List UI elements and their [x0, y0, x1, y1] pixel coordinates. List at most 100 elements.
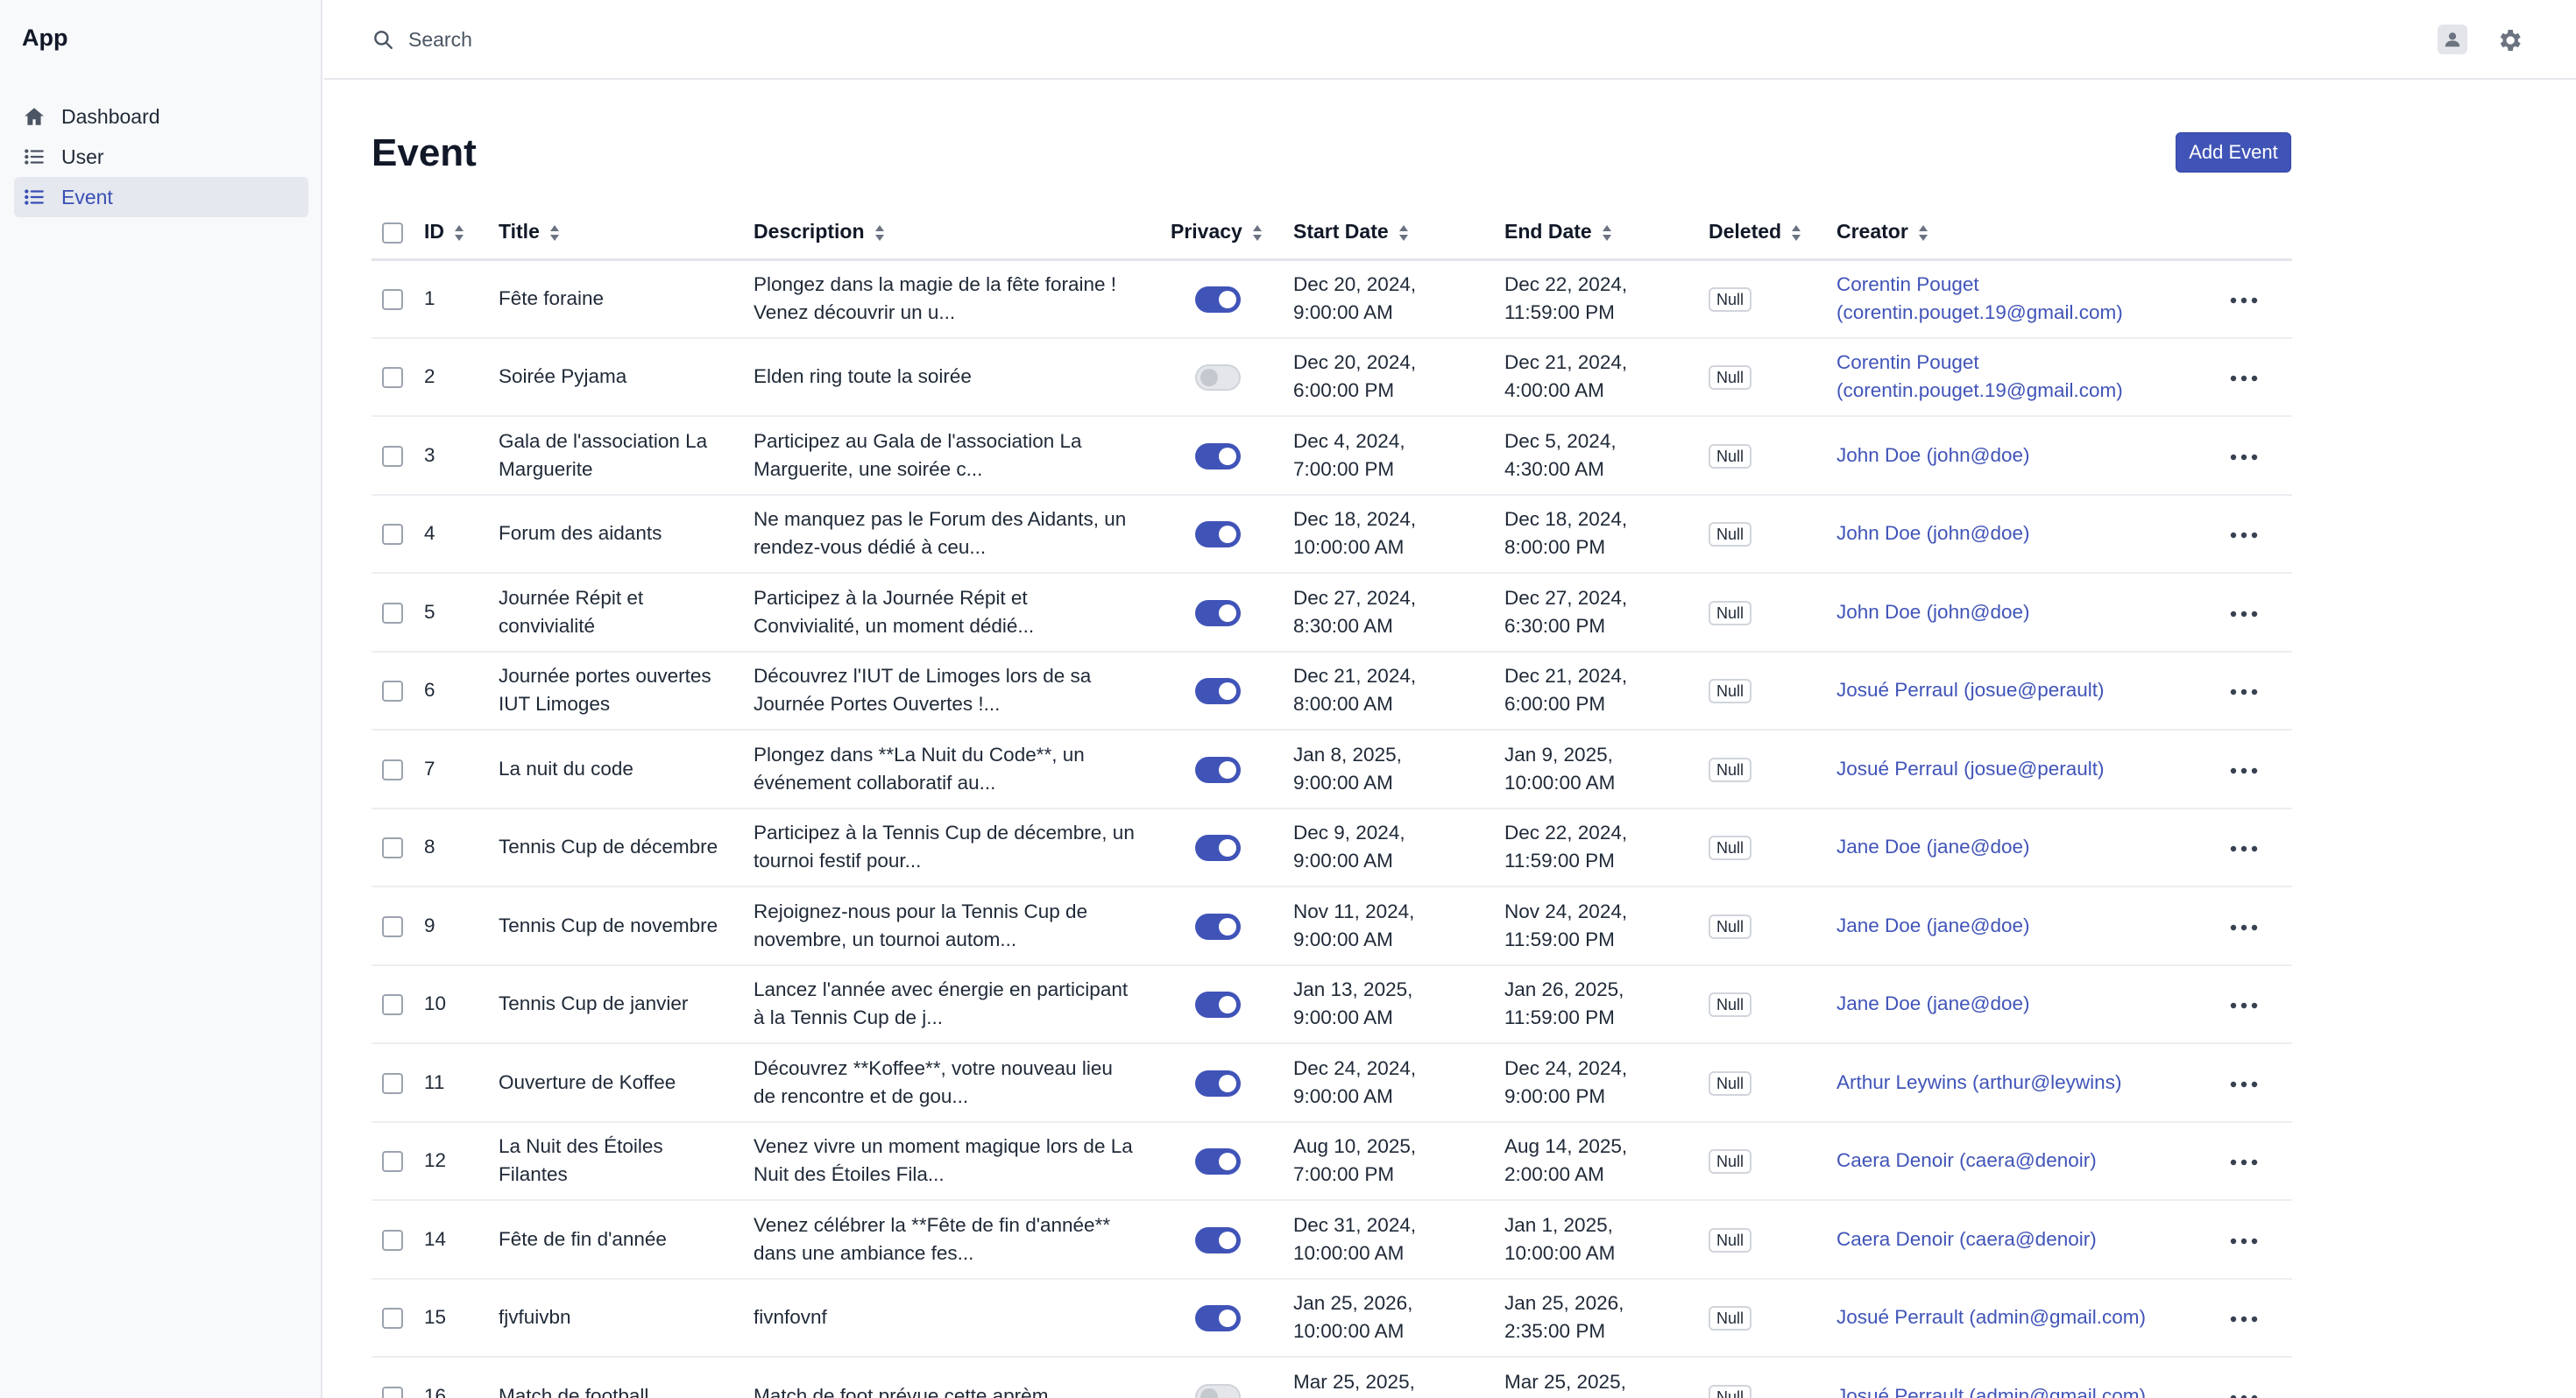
table-row[interactable]: 8 Tennis Cup de décembre Participez à la T…: [372, 808, 2292, 887]
row-checkbox[interactable]: [382, 524, 403, 546]
table-row[interactable]: 3 Gala de l'association La Marguerite Parti…: [372, 416, 2292, 496]
more-actions-icon[interactable]: [2229, 1001, 2259, 1010]
creator-link[interactable]: Jane Doe (jane@doe): [1836, 833, 2222, 861]
more-actions-icon[interactable]: [2229, 531, 2259, 540]
creator-link[interactable]: Corentin Pouget: [1836, 271, 2222, 299]
column-header-start-date[interactable]: Start Date: [1293, 205, 1504, 261]
creator-link[interactable]: Jane Doe (jane@doe): [1836, 912, 2222, 940]
table-row[interactable]: 12 La Nuit des Étoiles Filantes Venez vivre…: [372, 1121, 2292, 1201]
column-header-deleted[interactable]: Deleted: [1709, 205, 1836, 261]
column-header-description[interactable]: Description: [754, 205, 1171, 261]
table-row[interactable]: 6 Journée portes ouvertes IUT Limoges Décou…: [372, 651, 2292, 731]
privacy-toggle[interactable]: [1195, 1226, 1241, 1253]
creator-link[interactable]: Arthur Leywins (arthur@leywins): [1836, 1069, 2222, 1097]
user-avatar-icon[interactable]: [2438, 25, 2467, 54]
more-actions-icon[interactable]: [2229, 688, 2259, 696]
column-header-creator[interactable]: Creator: [1836, 205, 2222, 261]
table-row[interactable]: 5 Journée Répit et convivialité Participez …: [372, 573, 2292, 653]
row-checkbox[interactable]: [382, 759, 403, 780]
topbar: [324, 0, 2576, 80]
more-actions-icon[interactable]: [2229, 296, 2259, 305]
creator-link[interactable]: John Doe (john@doe): [1836, 519, 2222, 547]
row-checkbox[interactable]: [382, 1151, 403, 1173]
table-row[interactable]: 1 Fête foraine Plongez dans la magie de la…: [372, 259, 2292, 339]
table-row[interactable]: 10 Tennis Cup de janvier Lancez l'année av…: [372, 964, 2292, 1044]
creator-link[interactable]: Josué Perrault (admin@gmail.com): [1836, 1382, 2222, 1398]
more-actions-icon[interactable]: [2229, 1315, 2259, 1324]
creator-link[interactable]: Jane Doe (jane@doe): [1836, 990, 2222, 1018]
end-date: Dec 5, 2024,: [1504, 429, 1617, 452]
column-header-id[interactable]: ID: [424, 205, 499, 261]
more-actions-icon[interactable]: [2229, 1394, 2259, 1398]
creator-link[interactable]: Corentin Pouget: [1836, 349, 2222, 377]
select-all-checkbox[interactable]: [382, 222, 403, 244]
column-header-title[interactable]: Title: [499, 205, 754, 261]
privacy-toggle[interactable]: [1195, 756, 1241, 783]
more-actions-icon[interactable]: [2229, 453, 2259, 462]
privacy-toggle[interactable]: [1195, 1305, 1241, 1332]
event-description: Plongez dans la magie de la fête foraine…: [754, 273, 1117, 295]
table-row[interactable]: 15 fjvfuivbn fivnfovnf Jan 25, 2026, 10:00:0…: [372, 1278, 2292, 1358]
column-header-end-date[interactable]: End Date: [1504, 205, 1709, 261]
table-row[interactable]: 9 Tennis Cup de novembre Rejoignez-nous po…: [372, 886, 2292, 966]
gear-icon[interactable]: [2495, 26, 2523, 54]
deleted-badge: Null: [1709, 1227, 1752, 1253]
privacy-toggle[interactable]: [1195, 1148, 1241, 1176]
row-checkbox[interactable]: [382, 915, 403, 937]
privacy-toggle[interactable]: [1195, 992, 1241, 1019]
sidebar-item-user[interactable]: User: [14, 137, 308, 177]
more-actions-icon[interactable]: [2229, 923, 2259, 932]
row-checkbox[interactable]: [382, 1386, 403, 1398]
row-checkbox[interactable]: [382, 994, 403, 1016]
table-row[interactable]: 4 Forum des aidants Ne manquez pas le Foru…: [372, 494, 2292, 574]
row-checkbox[interactable]: [382, 1072, 403, 1094]
creator-link[interactable]: Josué Perraul (josue@perault): [1836, 755, 2222, 783]
table-row[interactable]: 14 Fête de fin d'année Venez célébrer la *…: [372, 1200, 2292, 1280]
creator-link[interactable]: John Doe (john@doe): [1836, 441, 2222, 470]
table-row[interactable]: 16 Match de football Match de foot prévue …: [372, 1357, 2292, 1398]
creator-link[interactable]: Caera Denoir (caera@denoir): [1836, 1147, 2222, 1175]
privacy-toggle[interactable]: [1195, 913, 1241, 940]
privacy-toggle[interactable]: [1195, 521, 1241, 548]
row-checkbox[interactable]: [382, 602, 403, 624]
more-actions-icon[interactable]: [2229, 610, 2259, 618]
privacy-toggle[interactable]: [1195, 442, 1241, 470]
more-actions-icon[interactable]: [2229, 1080, 2259, 1089]
sidebar-item-dashboard[interactable]: Dashboard: [14, 96, 308, 137]
privacy-toggle[interactable]: [1195, 286, 1241, 314]
creator-link[interactable]: John Doe (john@doe): [1836, 598, 2222, 626]
creator-link[interactable]: Josué Perraul (josue@perault): [1836, 676, 2222, 704]
creator-link[interactable]: (corentin.pouget.19@gmail.com): [1836, 299, 2222, 327]
row-checkbox[interactable]: [382, 289, 403, 311]
row-checkbox[interactable]: [382, 445, 403, 467]
search-input[interactable]: [408, 23, 934, 56]
privacy-toggle[interactable]: [1195, 1070, 1241, 1097]
sidebar-item-event[interactable]: Event: [14, 177, 308, 217]
table-row[interactable]: 2 Soirée Pyjama Elden ring toute la soirée…: [372, 337, 2292, 417]
more-actions-icon[interactable]: [2229, 1158, 2259, 1167]
more-actions-icon[interactable]: [2229, 844, 2259, 853]
privacy-toggle[interactable]: [1195, 678, 1241, 705]
row-checkbox[interactable]: [382, 1229, 403, 1251]
row-checkbox[interactable]: [382, 1308, 403, 1330]
privacy-toggle[interactable]: [1195, 1383, 1241, 1398]
creator-link[interactable]: Josué Perrault (admin@gmail.com): [1836, 1303, 2222, 1331]
row-checkbox[interactable]: [382, 681, 403, 703]
row-checkbox[interactable]: [382, 837, 403, 859]
row-checkbox[interactable]: [382, 367, 403, 389]
privacy-toggle[interactable]: [1195, 835, 1241, 862]
column-header-privacy[interactable]: Privacy: [1171, 205, 1293, 261]
start-date: 9:00:00 AM: [1293, 1006, 1393, 1029]
add-event-button[interactable]: Add Event: [2176, 132, 2291, 173]
privacy-toggle[interactable]: [1195, 599, 1241, 626]
start-date: 9:00:00 AM: [1293, 928, 1393, 950]
privacy-toggle[interactable]: [1195, 364, 1241, 392]
end-date: 11:59:00 PM: [1504, 928, 1615, 950]
table-row[interactable]: 7 La nuit du code Plongez dans **La Nuit d…: [372, 730, 2292, 809]
more-actions-icon[interactable]: [2229, 374, 2259, 383]
table-row[interactable]: 11 Ouverture de Koffee Découvrez **Koffee*…: [372, 1043, 2292, 1123]
more-actions-icon[interactable]: [2229, 766, 2259, 775]
creator-link[interactable]: (corentin.pouget.19@gmail.com): [1836, 377, 2222, 405]
more-actions-icon[interactable]: [2229, 1237, 2259, 1246]
creator-link[interactable]: Caera Denoir (caera@denoir): [1836, 1225, 2222, 1253]
